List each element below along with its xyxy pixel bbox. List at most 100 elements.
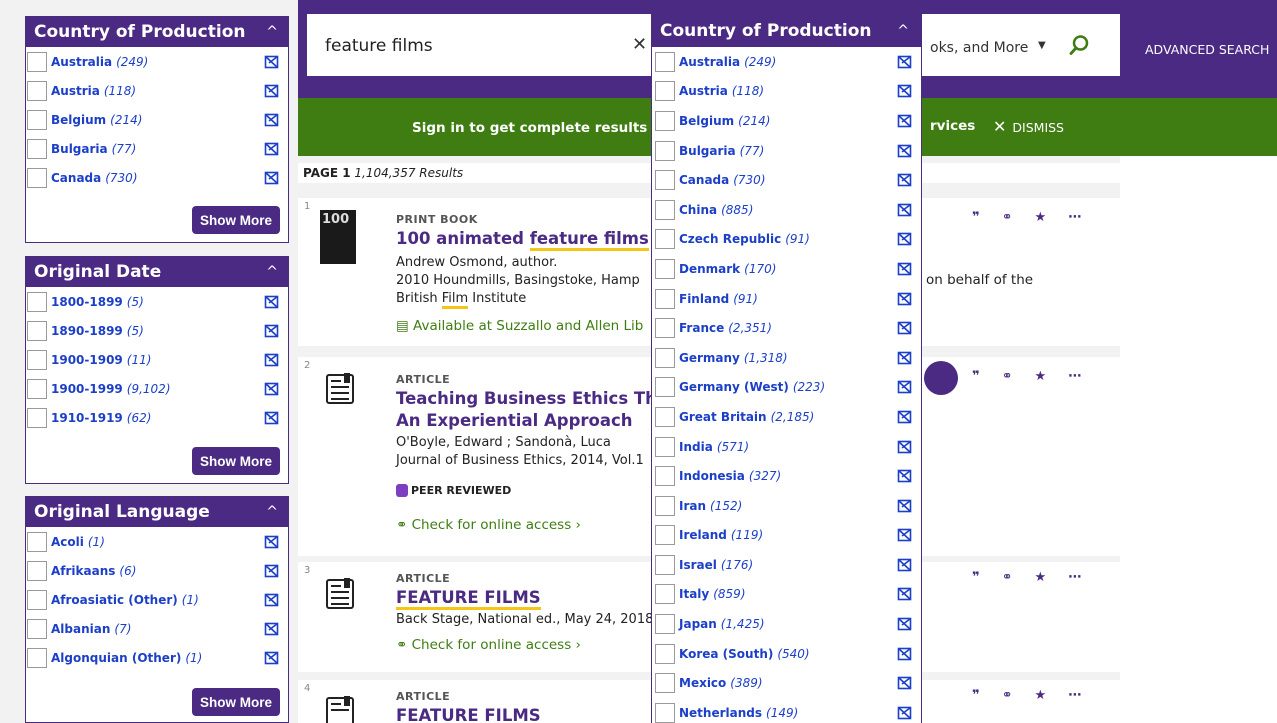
more-icon[interactable]: ⋯ <box>1068 688 1081 703</box>
facet-option[interactable]: 1910-1919 (62) <box>26 403 288 432</box>
facet-option[interactable]: Netherlands (149) <box>652 698 921 723</box>
exclude-icon[interactable] <box>264 592 280 608</box>
quote-icon[interactable]: ❞ <box>972 688 980 703</box>
facet-option[interactable]: Australia (249) <box>26 47 288 76</box>
link-icon[interactable]: ⚭ <box>1002 570 1013 585</box>
exclude-icon[interactable] <box>897 231 913 247</box>
book-cover-thumbnail[interactable]: 100 <box>320 210 356 264</box>
exclude-icon[interactable] <box>897 113 913 129</box>
facet-option[interactable]: Denmark (170) <box>652 254 921 284</box>
search-query[interactable]: feature films <box>325 36 433 56</box>
search-scope-label[interactable]: oks, and More <box>930 40 1028 56</box>
checkbox[interactable] <box>655 229 675 250</box>
facet-option[interactable]: Austria (118) <box>26 76 288 105</box>
exclude-icon[interactable] <box>897 439 913 455</box>
link-icon[interactable]: ⚭ <box>1002 688 1013 703</box>
exclude-icon[interactable] <box>264 170 280 186</box>
checkbox[interactable] <box>655 495 675 516</box>
exclude-icon[interactable] <box>897 705 913 721</box>
more-icon[interactable]: ⋯ <box>1068 570 1081 585</box>
facet-option[interactable]: Mexico (389) <box>652 668 921 698</box>
facet-option[interactable]: 1900-1999 (9,102) <box>26 374 288 403</box>
checkbox[interactable] <box>27 378 47 399</box>
facet-option-label[interactable]: Korea (South) <box>679 647 773 661</box>
facet-option-label[interactable]: Australia <box>679 55 740 69</box>
result-title[interactable]: Teaching Business Ethics Thro <box>396 389 676 408</box>
facet-option-label[interactable]: Germany (West) <box>679 380 789 394</box>
show-more-button[interactable]: Show More <box>191 447 280 475</box>
quote-icon[interactable]: ❞ <box>972 570 980 585</box>
facet-option-label[interactable]: Canada <box>51 171 101 185</box>
facet-option[interactable]: Germany (1,318) <box>652 343 921 373</box>
pin-icon[interactable]: ★ <box>1035 688 1047 703</box>
result-title-line-2[interactable]: An Experiential Approach <box>396 411 633 430</box>
facet-option-label[interactable]: Mexico <box>679 676 726 690</box>
facet-option[interactable]: Iran (152) <box>652 491 921 521</box>
facet-option-label[interactable]: Austria <box>679 84 728 98</box>
result-title[interactable]: FEATURE FILMS <box>396 706 541 723</box>
checkbox[interactable] <box>655 584 675 605</box>
facet-option-label[interactable]: Canada <box>679 173 729 187</box>
facet-option[interactable]: Ireland (119) <box>652 521 921 551</box>
facet-option-label[interactable]: 1910-1919 <box>51 411 123 425</box>
exclude-icon[interactable] <box>264 650 280 666</box>
exclude-icon[interactable] <box>897 202 913 218</box>
facet-option[interactable]: Canada (730) <box>26 163 288 192</box>
facet-option-label[interactable]: 1800-1899 <box>51 295 123 309</box>
facet-option-label[interactable]: Bulgaria <box>51 142 108 156</box>
facet-option-label[interactable]: Australia <box>51 55 112 69</box>
exclude-icon[interactable] <box>264 563 280 579</box>
exclude-icon[interactable] <box>897 527 913 543</box>
exclude-icon[interactable] <box>897 409 913 425</box>
facet-option[interactable]: India (571) <box>652 432 921 462</box>
facet-option-label[interactable]: Indonesia <box>679 469 745 483</box>
facet-option[interactable]: Czech Republic (91) <box>652 225 921 255</box>
result-title[interactable]: 100 animated feature films <box>396 229 649 251</box>
facet-option[interactable]: 1800-1899 (5) <box>26 287 288 316</box>
exclude-icon[interactable] <box>264 352 280 368</box>
chevron-up-icon[interactable]: ^ <box>266 24 278 40</box>
checkbox[interactable] <box>655 51 675 72</box>
facet-option[interactable]: Finland (91) <box>652 284 921 314</box>
facet-option-label[interactable]: Iran <box>679 499 706 513</box>
facet-option-label[interactable]: Belgium <box>51 113 106 127</box>
checkbox[interactable] <box>27 647 47 668</box>
quote-icon[interactable]: ❞ <box>972 210 980 225</box>
checkbox[interactable] <box>655 643 675 664</box>
checkbox[interactable] <box>655 436 675 457</box>
facet-option[interactable]: Afrikaans (6) <box>26 556 288 585</box>
checkbox[interactable] <box>655 288 675 309</box>
facet-header[interactable]: Original Date ^ <box>26 257 288 287</box>
banner-message[interactable]: Sign in to get complete results ar <box>412 120 668 136</box>
checkbox[interactable] <box>27 560 47 581</box>
chevron-up-icon[interactable]: ^ <box>266 504 278 520</box>
facet-option-label[interactable]: Czech Republic <box>679 232 781 246</box>
facet-option-label[interactable]: Great Britain <box>679 410 767 424</box>
facet-option[interactable]: Israel (176) <box>652 550 921 580</box>
checkbox[interactable] <box>27 407 47 428</box>
availability-link[interactable]: ▤ Available at Suzzallo and Allen Lib <box>396 318 643 334</box>
link-icon[interactable]: ⚭ <box>1002 369 1013 384</box>
checkbox[interactable] <box>655 466 675 487</box>
facet-option-label[interactable]: Ireland <box>679 528 727 542</box>
checkbox[interactable] <box>27 138 47 159</box>
checkbox[interactable] <box>655 702 675 723</box>
facet-option-label[interactable]: 1900-1999 <box>51 382 123 396</box>
exclude-icon[interactable] <box>264 534 280 550</box>
facet-option-label[interactable]: Bulgaria <box>679 144 736 158</box>
facet-option-label[interactable]: Belgium <box>679 114 734 128</box>
checkbox[interactable] <box>655 318 675 339</box>
checkbox[interactable] <box>27 109 47 130</box>
checkbox[interactable] <box>27 589 47 610</box>
facet-option[interactable]: China (885) <box>652 195 921 225</box>
check-access-link[interactable]: ⚭ Check for online access › <box>396 517 581 533</box>
exclude-icon[interactable] <box>264 54 280 70</box>
exclude-icon[interactable] <box>897 83 913 99</box>
chevron-up-icon[interactable]: ^ <box>266 264 278 280</box>
exclude-icon[interactable] <box>897 320 913 336</box>
checkbox[interactable] <box>655 377 675 398</box>
facet-option-label[interactable]: Denmark <box>679 262 740 276</box>
checkbox[interactable] <box>27 291 47 312</box>
exclude-icon[interactable] <box>264 294 280 310</box>
facet-option[interactable]: 1900-1909 (11) <box>26 345 288 374</box>
